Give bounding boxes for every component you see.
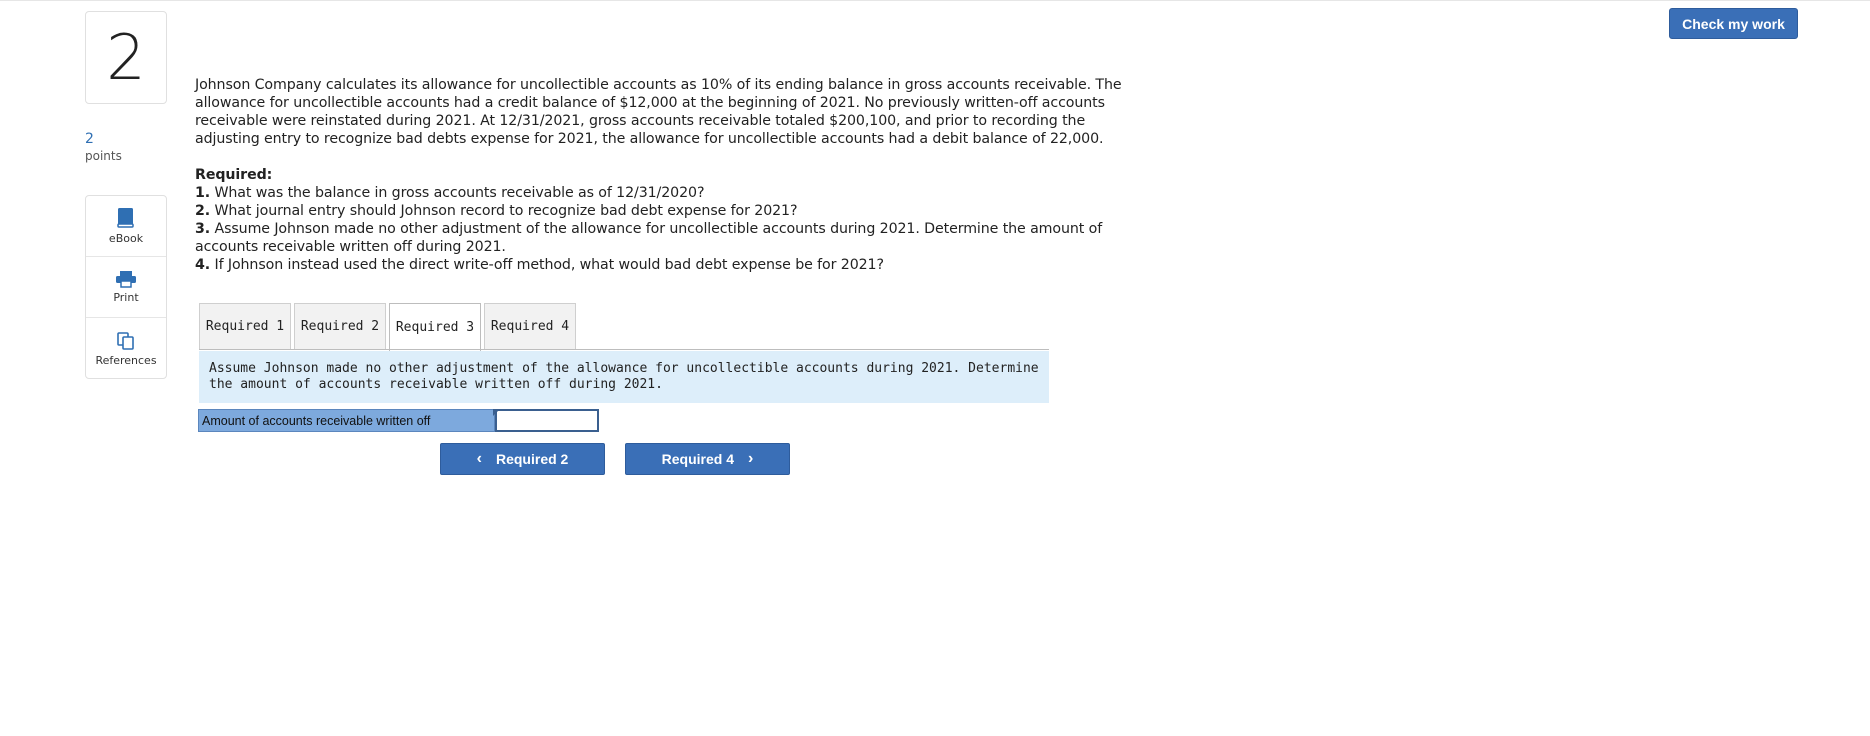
ebook-button[interactable]: eBook <box>86 196 166 257</box>
references-button[interactable]: References <box>86 318 166 379</box>
references-label: References <box>95 353 157 367</box>
top-divider <box>0 0 1870 1</box>
book-icon <box>117 208 134 228</box>
required-item-4: 4. If Johnson instead used the direct wr… <box>195 256 1135 274</box>
required-heading: Required: <box>195 167 273 183</box>
problem-statement: Johnson Company calculates its allowance… <box>195 77 1122 147</box>
print-button[interactable]: Print <box>86 257 166 318</box>
previous-required-button[interactable]: ‹ Required 2 <box>440 443 605 475</box>
next-required-button[interactable]: Required 4 › <box>625 443 790 475</box>
required-item-1: 1. What was the balance in gross account… <box>195 184 1135 202</box>
tab-required-4[interactable]: Required 4 <box>484 303 576 349</box>
instruction-box: Assume Johnson made no other adjustment … <box>199 351 1049 403</box>
previous-label: Required 2 <box>495 451 569 467</box>
tab-required-3[interactable]: Required 3 <box>389 303 481 351</box>
required-item-text: If Johnson instead used the direct write… <box>214 257 884 273</box>
references-icon <box>117 331 134 350</box>
next-label: Required 4 <box>661 451 735 467</box>
question-prompt: Johnson Company calculates its allowance… <box>195 76 1135 274</box>
tools-panel: eBook Print References <box>85 195 167 379</box>
required-item-number: 2. <box>195 203 211 219</box>
answer-label: Amount of accounts receivable written of… <box>198 409 495 432</box>
required-item-number: 1. <box>195 185 211 201</box>
answer-input[interactable] <box>495 409 599 432</box>
check-my-work-button[interactable]: Check my work <box>1669 8 1798 39</box>
required-item-2: 2. What journal entry should Johnson rec… <box>195 202 1135 220</box>
chevron-left-icon: ‹ <box>476 450 482 467</box>
print-label: Print <box>113 291 139 304</box>
required-item-text: What journal entry should Johnson record… <box>214 203 798 219</box>
required-item-number: 4. <box>195 257 211 273</box>
cell-marker-icon <box>493 409 500 416</box>
chevron-right-icon: › <box>748 450 754 467</box>
required-item-number: 3. <box>195 221 211 237</box>
tab-divider <box>199 349 1049 350</box>
printer-icon <box>116 271 136 288</box>
points-label: points <box>85 149 122 163</box>
tab-required-1[interactable]: Required 1 <box>199 303 291 349</box>
required-item-3: 3. Assume Johnson made no other adjustme… <box>195 220 1135 256</box>
required-item-text: Assume Johnson made no other adjustment … <box>195 221 1103 255</box>
question-number: 2 <box>85 11 167 104</box>
ebook-label: eBook <box>108 232 144 245</box>
required-item-text: What was the balance in gross accounts r… <box>214 185 705 201</box>
points-value: 2 <box>85 131 94 147</box>
required-tabs: Required 1 Required 2 Required 3 Require… <box>199 303 579 351</box>
answer-row: Amount of accounts receivable written of… <box>198 409 599 432</box>
tab-required-2[interactable]: Required 2 <box>294 303 386 349</box>
